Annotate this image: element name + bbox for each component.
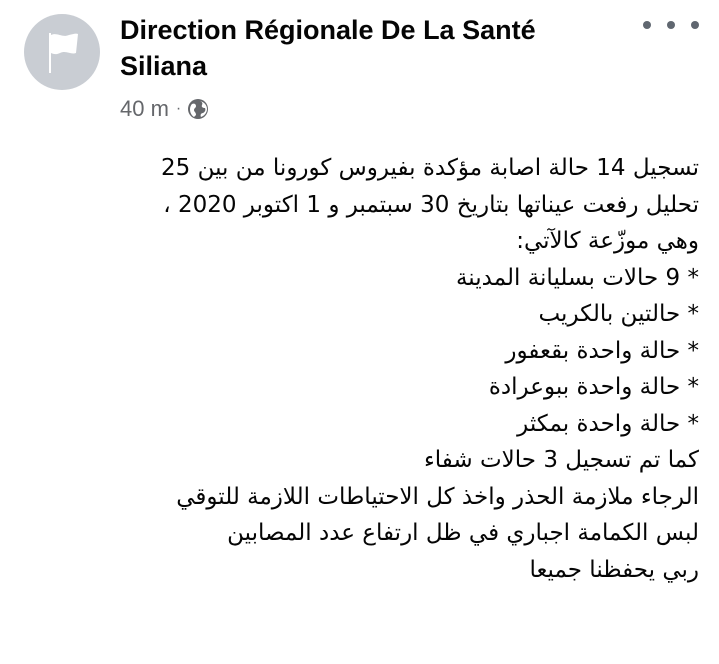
post-text-line: كما تم تسجيل 3 حالات شفاء [423, 447, 699, 473]
post-timestamp[interactable]: 40 m [120, 96, 169, 122]
globe-icon[interactable] [187, 98, 209, 120]
post-text-line: وهي موزّعة كالآتي: [516, 228, 699, 254]
post-text-line: لبس الكمامة اجباري في ظل ارتفاع عدد المص… [227, 520, 699, 546]
page-name-link[interactable]: Direction Régionale De La Santé Siliana [120, 12, 620, 84]
post-text-line: الرجاء ملازمة الحذر واخذ كل الاحتياطات ا… [176, 483, 699, 510]
post-text-line: تحليل رفعت عيناتها بتاريخ 30 سبتمبر و 1 … [163, 191, 699, 218]
page-name-line-1: Direction Régionale De La Santé [120, 15, 536, 45]
post-text-line: * حالة واحدة بقعفور [505, 337, 699, 364]
more-options-button[interactable] [643, 10, 699, 40]
post-text-line: * حالة واحدة ببوعرادة [488, 374, 699, 400]
post-text: تسجيل 14 حالة اصابة مؤكدة بفيروس كورونا … [19, 150, 699, 588]
page-avatar[interactable] [24, 14, 100, 90]
more-options-icon [643, 21, 651, 29]
more-options-dot [691, 21, 699, 29]
post-text-line: * 9 حالات بسليانة المدينة [455, 264, 699, 291]
more-options-dot [667, 21, 675, 29]
post-text-line: تسجيل 14 حالة اصابة مؤكدة بفيروس كورونا … [161, 155, 699, 181]
flag-icon [40, 27, 84, 77]
post-meta: 40 m · [120, 95, 209, 123]
facebook-post: Direction Régionale De La Santé Siliana … [0, 0, 719, 664]
post-text-line: * حالة واحدة بمكثر [517, 410, 699, 437]
page-name-line-2: Siliana [120, 51, 208, 81]
post-text-line: ربي يحفظنا جميعا [529, 556, 699, 583]
post-text-line: * حالتين بالكريب [538, 301, 699, 327]
meta-separator: · [175, 100, 182, 117]
